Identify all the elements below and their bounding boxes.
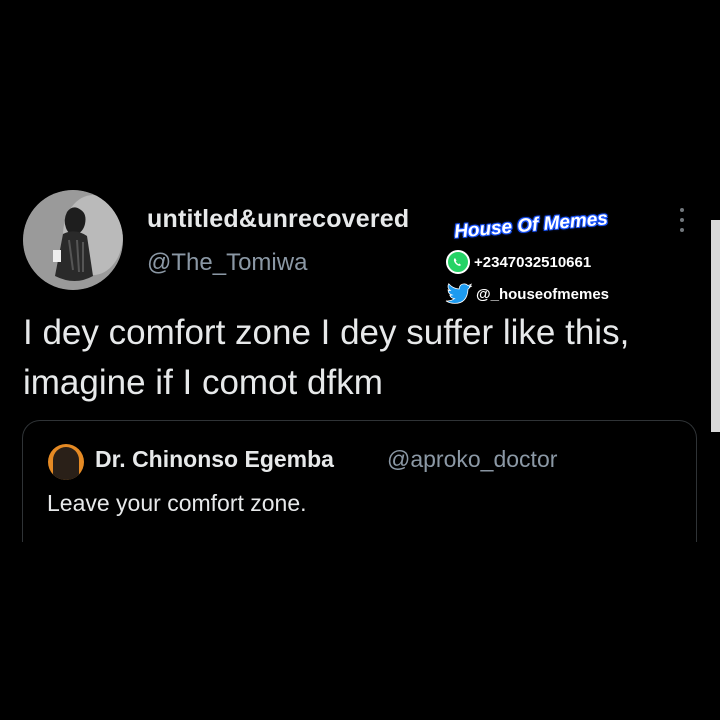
author-display-name[interactable]: untitled&unrecovered xyxy=(147,205,409,234)
quoted-display-name: Dr. Chinonso Egemba xyxy=(95,446,334,472)
twitter-bird-icon xyxy=(445,283,473,304)
watermark-twitter-row: @_houseofmemes xyxy=(444,281,609,307)
quoted-handle: @aproko_doctor xyxy=(387,446,558,472)
scrollbar[interactable] xyxy=(711,220,720,432)
watermark-phone: +2347032510661 xyxy=(474,253,592,271)
avatar-photo xyxy=(23,190,123,290)
more-vertical-icon[interactable] xyxy=(672,206,692,234)
watermark-phone-row: +2347032510661 xyxy=(446,249,591,275)
whatsapp-icon xyxy=(446,250,470,274)
quoted-tweet-card[interactable]: Dr. Chinonso Egemba @aproko_doctor Leave… xyxy=(22,420,697,542)
watermark-twitter-handle: @_houseofmemes xyxy=(476,285,610,303)
quoted-tweet-text: Leave your comfort zone. xyxy=(47,490,307,516)
quoted-avatar[interactable] xyxy=(48,444,84,480)
watermark: House Of Memes +2347032510661 @_houseofm… xyxy=(440,208,660,310)
avatar[interactable] xyxy=(23,190,123,290)
author-handle[interactable]: @The_Tomiwa xyxy=(147,249,307,277)
tweet-text: I dey comfort zone I dey suffer like thi… xyxy=(23,313,630,402)
watermark-title: House Of Memes xyxy=(453,208,609,243)
